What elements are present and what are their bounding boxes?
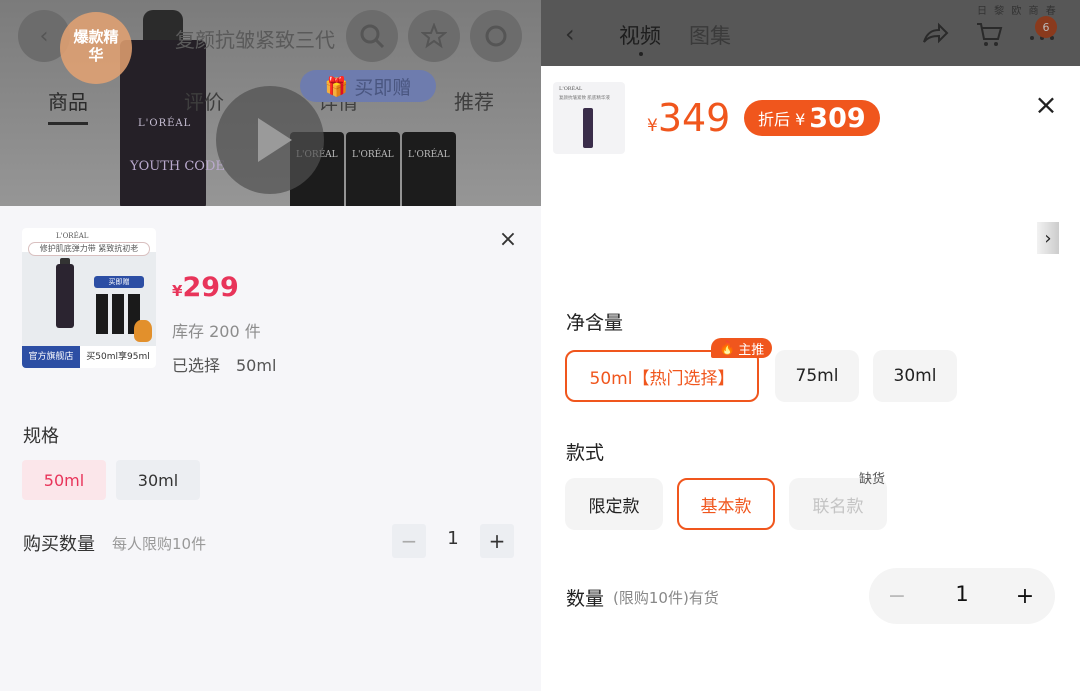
search-icon[interactable] — [346, 10, 398, 62]
recommend-badge: 🔥 主推 — [711, 338, 773, 358]
tab-recommend[interactable]: 推荐 — [454, 86, 494, 115]
price-value: 299 — [182, 272, 239, 303]
gift-icon: 🎁 — [324, 75, 349, 98]
product-thumbnail: L'ORÉAL 修护肌底弹力带 紧致抗初老 买即赠 官方旗舰店 买50ml享95… — [22, 228, 156, 368]
product-title: 复颜抗皱紧致三代 — [175, 28, 335, 52]
discount-price: 309 — [809, 102, 866, 134]
cart-icon[interactable] — [975, 20, 1003, 48]
cream-tube-image: L'ORÉAL — [402, 132, 456, 206]
quantity-label: 数量 — [566, 588, 605, 610]
fire-icon: 🔥 — [719, 340, 736, 356]
discount-price-pill: 折后 ¥ 309 — [744, 100, 880, 136]
discount-label: 折后 ¥ — [758, 110, 806, 129]
quantity-increase-button[interactable]: + — [1011, 582, 1039, 610]
price: ¥299 — [172, 272, 239, 303]
net-content-label: 净含量 — [566, 312, 624, 334]
share-icon[interactable] — [921, 22, 949, 46]
style-option-basic[interactable]: 基本款 — [677, 478, 775, 530]
thumbnail-brand: L'ORÉAL — [56, 232, 89, 240]
comparison-screenshot: L'ORÉAL YOUTH CODE L'ORÉAL L'ORÉAL L'ORÉ… — [0, 0, 1080, 691]
quantity-value[interactable]: 1 — [438, 528, 468, 549]
quantity-stepper: − 1 + — [869, 568, 1055, 624]
thumbnail-promo-label: 买50ml享95ml — [80, 346, 156, 368]
out-of-stock-tag: 缺货 — [859, 472, 886, 487]
net-option-30ml[interactable]: 30ml — [873, 350, 957, 402]
cream-tube-image: L'ORÉAL — [346, 132, 400, 206]
quantity-label: 购买数量 — [23, 534, 95, 555]
quantity-note: (限购10件)有货 — [613, 589, 719, 607]
gift-pill-label: 买即赠 — [354, 76, 412, 99]
style-label: 款式 — [566, 442, 605, 464]
price-currency: ¥ — [647, 116, 658, 136]
quantity-increase-button[interactable]: + — [480, 524, 514, 558]
active-tab-indicator — [639, 52, 643, 56]
product-page-backdrop: L'ORÉAL YOUTH CODE L'ORÉAL L'ORÉAL L'ORÉ… — [0, 0, 541, 206]
bottle-name: YOUTH CODE — [130, 159, 225, 174]
thumbnail-gift-tag: 买即赠 — [94, 276, 144, 288]
left-sku-panel: L'ORÉAL YOUTH CODE L'ORÉAL L'ORÉAL L'ORÉ… — [0, 0, 541, 691]
quantity-decrease-button[interactable]: − — [883, 582, 911, 610]
status-text: 日 黎 欧 商 春 — [977, 6, 1058, 17]
share-icon[interactable] — [470, 10, 522, 62]
media-header-bar: 日 黎 欧 商 春 ‹ 视频 图集 6 — [541, 0, 1080, 66]
thumbnail-store-label: 官方旗舰店 — [22, 346, 80, 368]
close-icon[interactable]: × — [1029, 88, 1063, 122]
close-icon[interactable]: × — [494, 226, 522, 254]
tab-gallery[interactable]: 图集 — [689, 20, 731, 50]
stock-count: 库存 200 件 — [172, 322, 261, 341]
play-video-icon[interactable] — [216, 86, 324, 194]
spec-option-30ml[interactable]: 30ml — [116, 460, 200, 500]
price: ¥349 — [647, 96, 730, 140]
active-tab-indicator — [48, 122, 88, 125]
thumbnail-bottle — [583, 108, 593, 148]
style-option-limited[interactable]: 限定款 — [565, 478, 663, 530]
thumbnail-caption: 复颜抗皱紧致 肌底精华液 — [559, 96, 610, 101]
quantity-decrease-button[interactable]: − — [392, 524, 426, 558]
back-button[interactable]: ‹ — [565, 20, 575, 48]
thumbnail-brand: L'ORÉAL — [559, 86, 583, 92]
chevron-right-icon[interactable]: › — [1037, 222, 1059, 254]
right-sku-panel: 日 黎 欧 商 春 ‹ 视频 图集 6 L'ORÉAL 复颜抗皱紧致 肌底精华液… — [541, 0, 1080, 691]
notification-badge: 6 — [1035, 16, 1057, 38]
selected-variant: 已选择 50ml — [172, 356, 277, 375]
price-value: 349 — [657, 96, 731, 140]
hot-badge-text: 爆款精华 — [73, 28, 119, 64]
thumbnail-bottle — [56, 264, 74, 328]
spec-option-50ml[interactable]: 50ml — [22, 460, 106, 500]
bottle-brand: L'ORÉAL — [138, 118, 192, 129]
tab-reviews[interactable]: 评价 — [184, 86, 224, 115]
favorite-icon[interactable] — [408, 10, 460, 62]
tab-product[interactable]: 商品 — [48, 86, 88, 115]
thumbnail-slogan: 修护肌底弹力带 紧致抗初老 — [28, 242, 150, 256]
quantity-limit: 每人限购10件 — [112, 535, 207, 553]
price-currency: ¥ — [172, 282, 183, 300]
gift-pill[interactable]: 🎁 买即赠 — [300, 70, 436, 102]
quantity-value[interactable]: 1 — [945, 582, 979, 606]
recommend-badge-label: 主推 — [738, 342, 765, 358]
net-option-75ml[interactable]: 75ml — [775, 350, 859, 402]
tab-video[interactable]: 视频 — [619, 20, 661, 50]
spec-label: 规格 — [23, 426, 59, 447]
sku-selector-sheet: L'ORÉAL 修护肌底弹力带 紧致抗初老 买即赠 官方旗舰店 买50ml享95… — [0, 206, 541, 691]
product-thumbnail: L'ORÉAL 复颜抗皱紧致 肌底精华液 — [553, 82, 625, 154]
